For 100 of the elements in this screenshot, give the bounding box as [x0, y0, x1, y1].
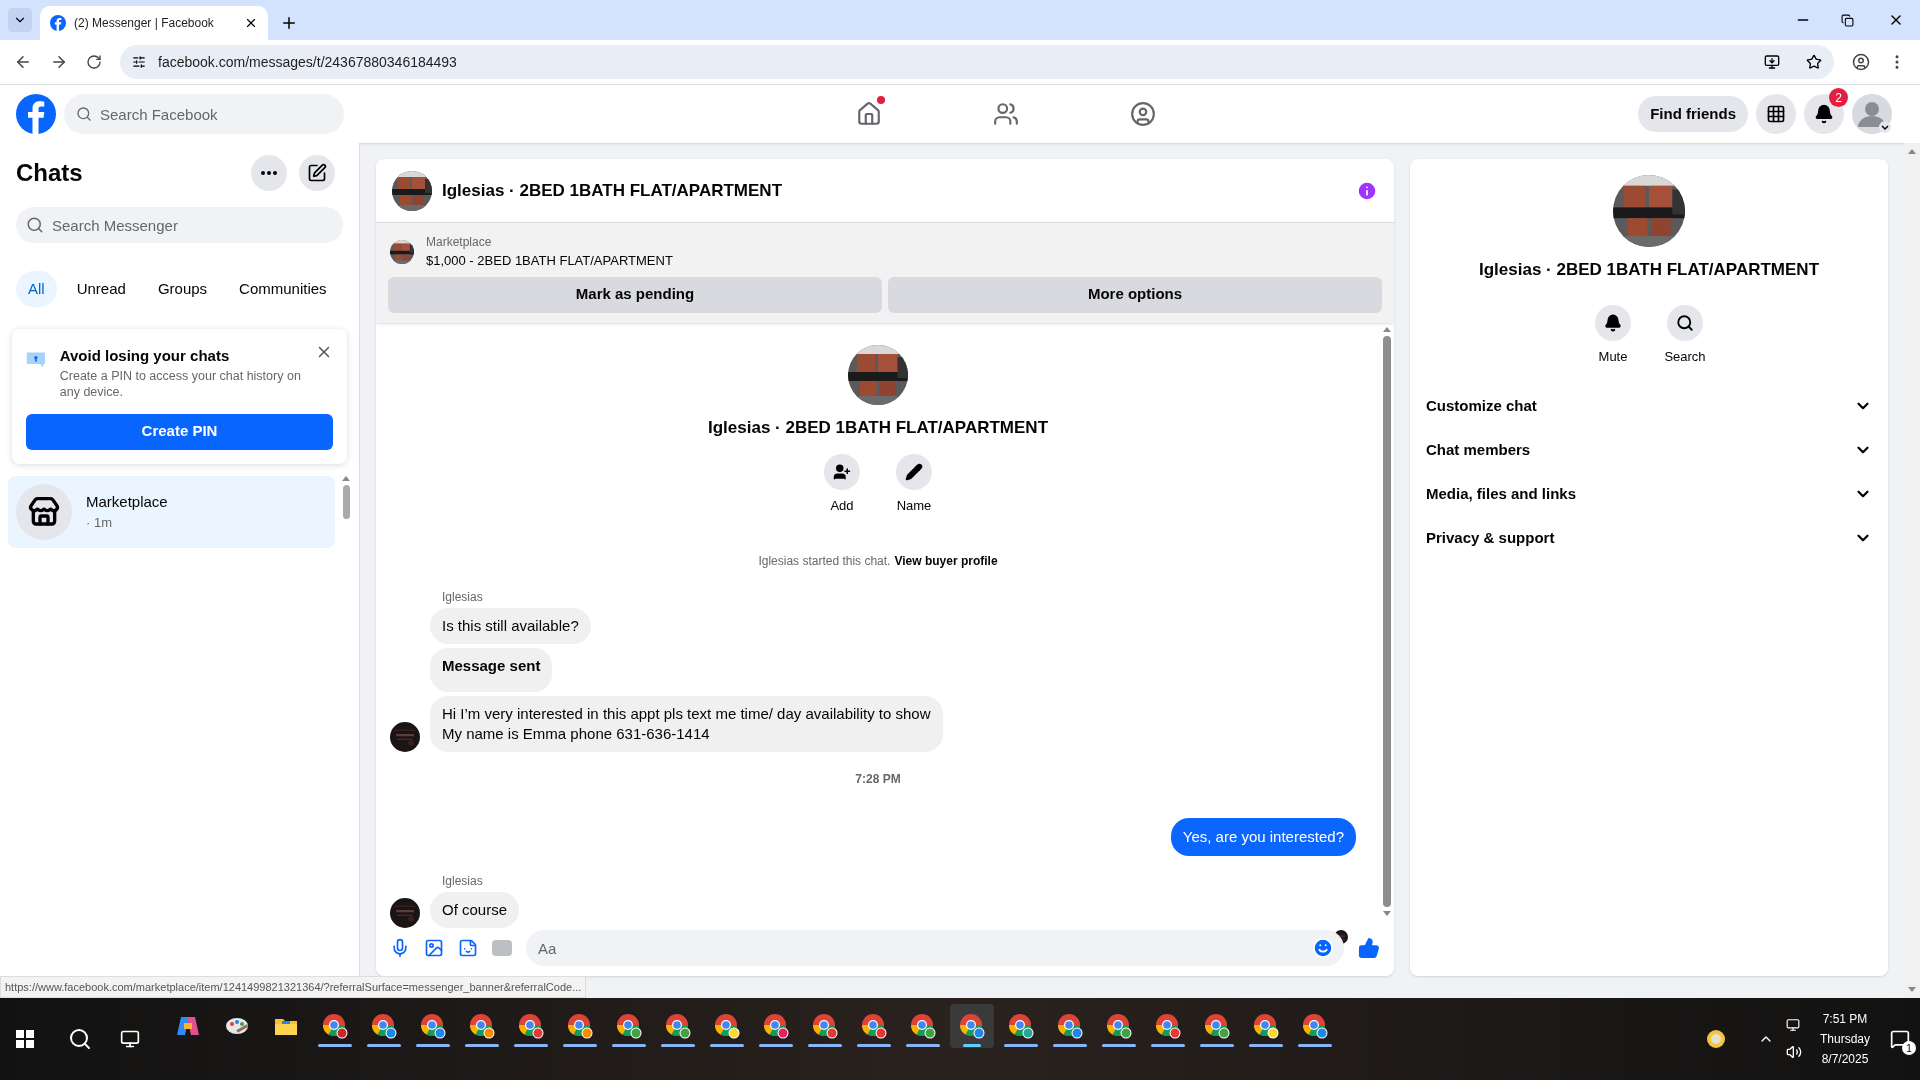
search-icon	[76, 106, 92, 122]
find-friends-button[interactable]: Find friends	[1638, 96, 1748, 132]
windows-start-icon[interactable]	[16, 1030, 34, 1048]
listing-label: Marketplace	[426, 234, 493, 251]
search-icon	[26, 216, 44, 234]
browser-icon	[812, 1013, 838, 1039]
profile-action[interactable]: Mute	[1589, 304, 1637, 366]
more-icon	[261, 171, 277, 175]
clock[interactable]: 7:51 PM Thursday 8/7/2025	[1819, 1009, 1870, 1069]
forward-icon[interactable]	[50, 53, 68, 71]
conversation-title: Iglesias · 2BED 1BATH FLAT/APARTMENT	[442, 179, 784, 202]
search-field[interactable]: Search Messenger	[16, 207, 343, 243]
sticker-icon[interactable]	[458, 938, 478, 958]
add-person-icon	[833, 463, 851, 481]
site-settings-icon[interactable]	[132, 55, 146, 69]
volume-icon[interactable]	[1785, 1044, 1802, 1060]
create-pin-button[interactable]: Create PIN	[26, 413, 333, 450]
sender-name: Iglesias	[442, 588, 484, 606]
chat-time: · 1m	[86, 514, 113, 532]
close-icon[interactable]	[244, 16, 258, 30]
url-text: facebook.com/messages/t/24367880346184493	[158, 52, 458, 72]
install-icon[interactable]	[1764, 54, 1780, 70]
info-icon[interactable]	[1356, 179, 1378, 202]
taskbar-app[interactable]	[950, 1004, 994, 1048]
pin-card-text: Create a PIN to access your chat history on any device.	[59, 367, 302, 400]
friends-icon	[993, 101, 1020, 127]
listing-title: $1,000 - 2BED 1BATH FLAT/APARTMENT	[426, 252, 673, 270]
home-icon	[856, 101, 883, 127]
menu-button[interactable]	[1756, 94, 1796, 134]
browser-icon	[1008, 1013, 1034, 1039]
scroll-down-icon[interactable]	[1908, 987, 1916, 992]
more-button[interactable]	[251, 155, 287, 191]
timestamp: 7:28 PM	[855, 770, 901, 788]
microphone-icon[interactable]	[390, 938, 410, 958]
browser-icon	[518, 1013, 544, 1039]
browser-icon	[420, 1013, 446, 1039]
message-bubble: Yes, are you interested?	[1170, 817, 1356, 856]
scroll-up-icon[interactable]	[1908, 149, 1916, 154]
browser-icon	[861, 1013, 887, 1039]
notification-count: 1	[1902, 1041, 1916, 1055]
compose-icon	[307, 163, 327, 183]
back-icon[interactable]	[14, 53, 32, 71]
facebook-logo	[50, 15, 66, 31]
like-icon[interactable]	[1358, 937, 1380, 959]
browser-icon	[469, 1013, 495, 1039]
browser-tab[interactable]: (2) Messenger | Facebook	[40, 6, 268, 40]
chats-title: Chats	[16, 158, 83, 188]
filter-tab[interactable]: All	[16, 271, 57, 307]
pin-card-title: Avoid losing your chats	[59, 346, 231, 366]
tab-list-button[interactable]	[8, 8, 32, 32]
filter-tab[interactable]: Communities	[227, 271, 339, 307]
tab-title: (2) Messenger | Facebook	[74, 15, 215, 32]
scroll-up-icon[interactable]	[1383, 326, 1391, 332]
facebook-logo[interactable]	[16, 94, 56, 134]
accordion-item[interactable]: Media, files and links	[1426, 472, 1872, 516]
accordion-item[interactable]: Customize chat	[1426, 384, 1872, 428]
account-avatar[interactable]	[1852, 94, 1892, 134]
chat-name: Marketplace	[86, 491, 168, 512]
reload-icon[interactable]	[86, 54, 102, 70]
task-view-icon[interactable]	[120, 1029, 140, 1049]
bookmark-icon[interactable]	[1806, 54, 1822, 70]
browser-icon	[1253, 1013, 1279, 1039]
filter-tab[interactable]: Unread	[64, 271, 138, 307]
browser-icon	[567, 1013, 593, 1039]
browser-icon	[322, 1013, 348, 1039]
display-icon[interactable]	[1785, 1018, 1800, 1032]
notifications-button[interactable]	[1804, 94, 1844, 134]
search-icon[interactable]	[68, 1027, 92, 1051]
scroll-up-icon[interactable]	[342, 475, 350, 481]
address-bar[interactable]: facebook.com/messages/t/24367880346184493	[120, 45, 1834, 79]
chat-started-text: Iglesias started this chat.	[758, 552, 891, 570]
scrollbar[interactable]	[1904, 143, 1920, 998]
profile-action[interactable]: Search	[1661, 304, 1709, 366]
accordion-item[interactable]: Chat members	[1426, 428, 1872, 472]
message-bubble: Of course	[430, 892, 520, 928]
new-tab-icon[interactable]	[280, 14, 298, 32]
view-buyer-profile-link[interactable]: View buyer profile	[894, 551, 998, 570]
emoji-icon[interactable]	[1312, 937, 1334, 959]
new-message-button[interactable]	[299, 155, 335, 191]
listing-button[interactable]: Mark as pending	[388, 276, 882, 313]
message-bubble: Message sent	[430, 647, 553, 692]
filter-tab[interactable]: Groups	[145, 271, 220, 307]
chat-list-item[interactable]: Marketplace · 1m	[8, 475, 335, 548]
browser-icon	[714, 1013, 740, 1039]
profile-icon[interactable]	[1852, 53, 1870, 71]
browser-icon	[371, 1013, 397, 1039]
browser-icon	[910, 1013, 936, 1039]
contact-name: Iglesias · 2BED 1BATH FLAT/APARTMENT	[1479, 259, 1819, 281]
bell-icon	[1604, 313, 1622, 332]
browser-icon	[1302, 1013, 1328, 1039]
browser-icon	[1155, 1013, 1181, 1039]
search-field[interactable]: Search Facebook	[64, 94, 344, 134]
listing-button[interactable]: More options	[888, 276, 1382, 313]
accordion-item[interactable]: Privacy & support	[1426, 516, 1872, 560]
restore-icon[interactable]	[1841, 14, 1854, 27]
message-bubble: Hi I’m very interested in this appt pls text me time/ day availability to show My name is Emma phone 631-636-1414	[430, 695, 943, 752]
image-icon[interactable]	[424, 938, 444, 958]
message-input[interactable]: Aa	[526, 930, 1344, 966]
scroll-down-icon[interactable]	[1383, 911, 1391, 916]
sender-name: Iglesias	[442, 873, 484, 890]
